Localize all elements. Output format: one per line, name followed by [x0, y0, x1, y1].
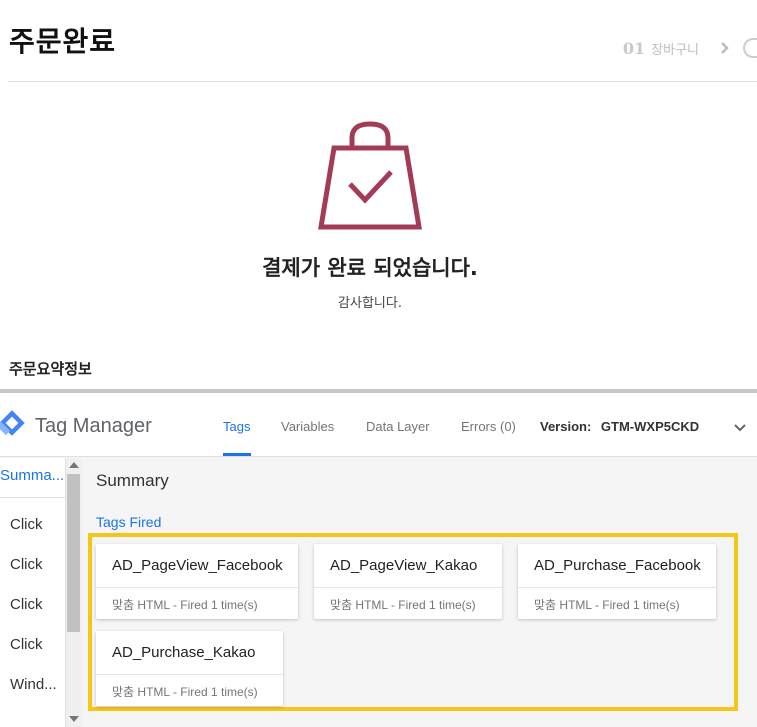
tab-errors[interactable]: Errors (0) — [461, 419, 516, 434]
step-number: 01 — [622, 38, 646, 58]
chevron-down-icon[interactable] — [733, 423, 747, 433]
gtm-brand: Tag Manager — [35, 415, 152, 437]
tag-card[interactable]: AD_Purchase_Kakao 맞춤 HTML - Fired 1 time… — [96, 631, 283, 706]
tag-card[interactable]: AD_PageView_Kakao 맞춤 HTML - Fired 1 time… — [314, 544, 502, 619]
step-label-cart[interactable]: 장바구니 — [651, 39, 699, 58]
tag-card[interactable]: AD_PageView_Facebook 맞춤 HTML - Fired 1 t… — [96, 544, 298, 619]
container-version: Version: GTM-WXP5CKD — [540, 419, 699, 434]
gtm-header: Tag Manager Tags Variables Data Layer Er… — [0, 393, 757, 457]
card-divider — [96, 674, 283, 675]
card-divider — [96, 587, 298, 588]
header-divider — [8, 81, 757, 82]
sidebar-scrollbar[interactable] — [66, 458, 82, 727]
event-sidebar: Summa... Click Click Click Click Wind... — [0, 458, 66, 727]
sidebar-item-click[interactable]: Click — [0, 585, 66, 625]
card-divider — [314, 587, 502, 588]
next-step-number — [743, 38, 757, 58]
tab-variables[interactable]: Variables — [281, 419, 334, 434]
order-summary-heading: 주문요약정보 — [9, 360, 92, 378]
tag-status: 맞춤 HTML - Fired 1 time(s) — [534, 598, 680, 612]
page-title: 주문완료 — [9, 25, 117, 58]
active-tab-indicator — [223, 453, 251, 456]
tag-name: AD_PageView_Kakao — [330, 557, 478, 574]
version-value: GTM-WXP5CKD — [600, 419, 700, 434]
tag-manager-preview-pane: Tag Manager Tags Variables Data Layer Er… — [0, 389, 757, 727]
tag-status: 맞춤 HTML - Fired 1 time(s) — [330, 598, 476, 612]
scroll-up-icon[interactable] — [69, 462, 79, 468]
tab-tags[interactable]: Tags — [223, 419, 250, 434]
tag-status: 맞춤 HTML - Fired 1 time(s) — [112, 598, 258, 612]
tag-name: AD_Purchase_Kakao — [112, 644, 256, 661]
gtm-summary-panel: Summary Tags Fired AD_PageView_Facebook … — [83, 458, 757, 727]
tag-card[interactable]: AD_Purchase_Facebook 맞춤 HTML - Fired 1 t… — [518, 544, 716, 619]
payment-complete-message: 결제가 완료 되었습니다. — [262, 256, 478, 280]
tag-status: 맞춤 HTML - Fired 1 time(s) — [112, 685, 258, 699]
chevron-right-icon — [721, 42, 729, 54]
card-divider — [518, 587, 716, 588]
tag-manager-logo-icon — [0, 410, 25, 436]
tag-name: AD_PageView_Facebook — [112, 557, 283, 574]
scrollbar-thumb[interactable] — [67, 474, 80, 632]
shopping-bag-check-icon — [318, 121, 422, 230]
tab-data-layer[interactable]: Data Layer — [366, 419, 430, 434]
sidebar-item-click[interactable]: Click — [0, 505, 66, 545]
sidebar-item-summary[interactable]: Summa... — [0, 458, 66, 498]
sidebar-item-window-loaded[interactable]: Wind... — [0, 665, 66, 705]
sidebar-item-click[interactable]: Click — [0, 625, 66, 665]
summary-heading: Summary — [96, 471, 169, 490]
order-steps: 01 장바구니 — [623, 38, 757, 58]
version-label: Version: — [540, 419, 592, 434]
sidebar-item-click[interactable]: Click — [0, 545, 66, 585]
tag-name: AD_Purchase_Facebook — [534, 557, 701, 574]
scroll-down-icon[interactable] — [69, 716, 79, 722]
thank-you-message: 감사합니다. — [338, 296, 402, 311]
tags-fired-heading: Tags Fired — [96, 514, 162, 530]
order-complete-page: 주문완료 01 장바구니 결제가 완료 되었습니다. 감사합니다. 주문요약정보 — [0, 0, 757, 392]
